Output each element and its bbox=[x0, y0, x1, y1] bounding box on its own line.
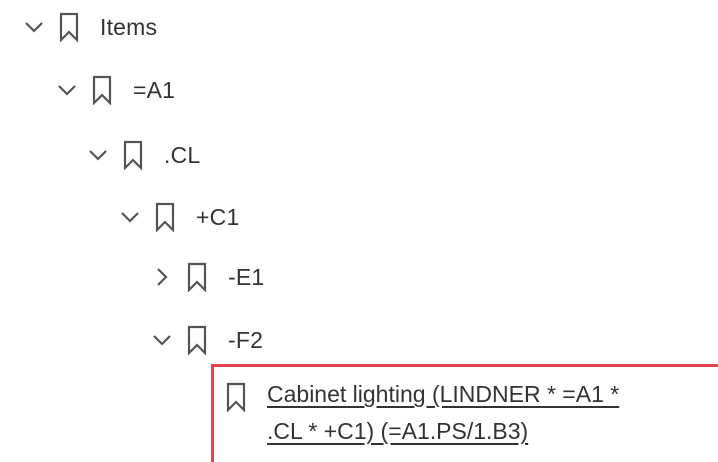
bookmark-icon bbox=[186, 323, 208, 357]
tree-item-c1[interactable]: +C1 bbox=[118, 192, 239, 242]
bookmark-icon bbox=[186, 260, 208, 294]
tree-item-label: Items bbox=[100, 13, 158, 40]
tree-item-cabinet-lighting[interactable]: Cabinet lighting (LINDNER * =A1 * .CL * … bbox=[225, 380, 718, 450]
tree-item-label: +C1 bbox=[196, 203, 240, 230]
chevron-right-icon[interactable] bbox=[150, 265, 174, 289]
chevron-down-icon[interactable] bbox=[22, 15, 46, 39]
chevron-down-icon[interactable] bbox=[118, 205, 142, 229]
bookmark-tree: Items =A1 .CL +C1 -E1 -F2 Cabinet lighti… bbox=[0, 0, 718, 462]
bookmark-icon bbox=[225, 380, 247, 414]
tree-item-a1[interactable]: =A1 bbox=[55, 65, 175, 115]
bookmark-icon bbox=[122, 138, 144, 172]
tree-item-label: =A1 bbox=[133, 76, 176, 103]
bookmark-link-line2[interactable]: .CL * +C1) (=A1.PS/1.B3) bbox=[267, 413, 718, 450]
bookmark-icon bbox=[154, 200, 176, 234]
bookmark-link[interactable]: Cabinet lighting (LINDNER * =A1 * .CL * … bbox=[267, 376, 718, 450]
chevron-down-icon[interactable] bbox=[150, 328, 174, 352]
bookmark-link-line1[interactable]: Cabinet lighting (LINDNER * =A1 * bbox=[267, 376, 718, 413]
tree-item-label: .CL bbox=[164, 141, 201, 168]
tree-item-items[interactable]: Items bbox=[22, 2, 157, 52]
chevron-down-icon[interactable] bbox=[55, 78, 79, 102]
chevron-down-icon[interactable] bbox=[86, 143, 110, 167]
tree-item-e1[interactable]: -E1 bbox=[150, 252, 264, 302]
tree-item-cl[interactable]: .CL bbox=[86, 130, 200, 180]
tree-item-label: -F2 bbox=[228, 326, 264, 353]
tree-item-f2[interactable]: -F2 bbox=[150, 315, 263, 365]
tree-item-label: -E1 bbox=[228, 263, 265, 290]
bookmark-icon bbox=[91, 73, 113, 107]
bookmark-icon bbox=[58, 10, 80, 44]
